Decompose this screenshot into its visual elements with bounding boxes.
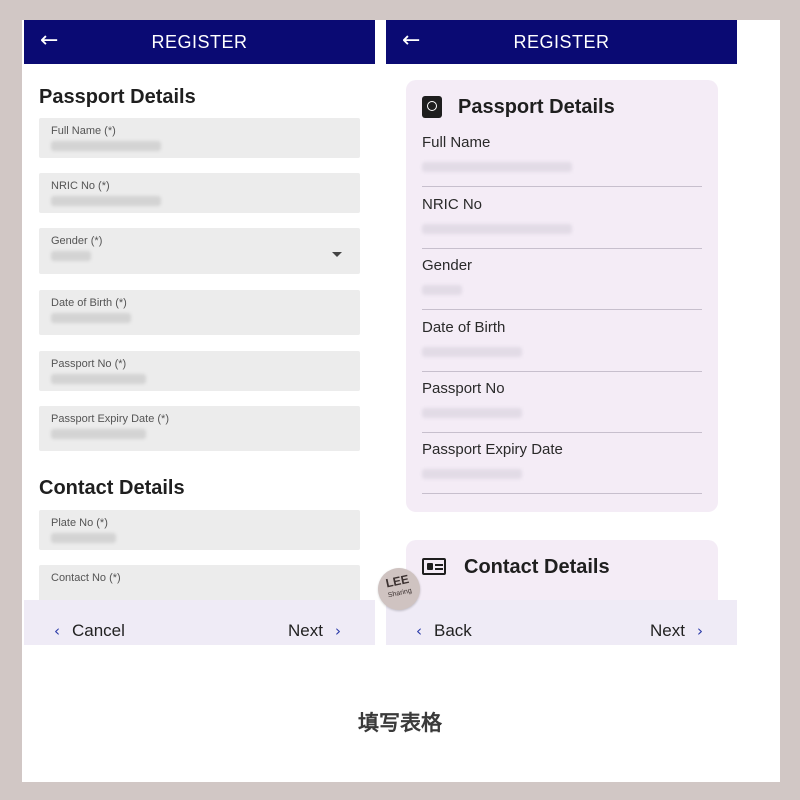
cancel-button[interactable]: ‹ Cancel: [54, 621, 125, 641]
contact-details-title: Contact Details: [39, 477, 185, 499]
plate-no-field[interactable]: Plate No (*): [39, 510, 360, 550]
passport-no-label: Passport No (*): [51, 358, 127, 370]
cancel-label: Cancel: [72, 621, 125, 640]
blurred-value: [51, 141, 161, 151]
contact-no-field[interactable]: Contact No (*): [39, 565, 360, 605]
passport-details-title: Passport Details: [39, 86, 196, 108]
blurred-value: [422, 469, 522, 479]
blurred-value: [51, 251, 91, 261]
contact-card-icon: [422, 558, 446, 575]
back-label: Back: [434, 621, 472, 640]
passport-icon: [422, 96, 442, 118]
dropdown-caret-icon: [332, 252, 342, 257]
blurred-value: [51, 374, 146, 384]
passport-no-label: Passport No: [422, 380, 505, 397]
passport-details-title: Passport Details: [458, 96, 615, 118]
passport-no-field[interactable]: Passport No (*): [39, 351, 360, 391]
passport-expiry-label: Passport Expiry Date (*): [51, 413, 169, 425]
chevron-left-icon: ‹: [54, 622, 60, 640]
page-title: REGISTER: [513, 32, 610, 52]
blurred-value: [422, 224, 572, 234]
bottom-nav-bar: ‹ Cancel Next ›: [24, 600, 375, 645]
chevron-right-icon: ›: [697, 622, 703, 640]
contact-details-title: Contact Details: [464, 556, 610, 578]
blurred-value: [422, 162, 572, 172]
blurred-value: [51, 429, 146, 439]
caption-text: 填写表格: [358, 711, 442, 735]
contact-no-label: Contact No (*): [51, 572, 121, 584]
blurred-value: [422, 347, 522, 357]
blurred-value: [422, 408, 522, 418]
register-screen-form: ← REGISTER Passport Details Full Name (*…: [24, 20, 375, 645]
blurred-value: [51, 196, 161, 206]
full-name-row: Full Name: [422, 134, 702, 187]
nric-label: NRIC No: [422, 196, 483, 213]
nric-label: NRIC No (*): [51, 180, 110, 192]
date-of-birth-label: Date of Birth (*): [51, 297, 127, 309]
next-button[interactable]: Next ›: [650, 621, 703, 641]
blurred-value: [51, 313, 131, 323]
passport-expiry-field[interactable]: Passport Expiry Date (*): [39, 406, 360, 451]
gender-label: Gender (*): [51, 235, 103, 247]
date-of-birth-field[interactable]: Date of Birth (*): [39, 290, 360, 335]
blurred-value: [422, 285, 462, 295]
date-of-birth-label: Date of Birth: [422, 319, 506, 336]
chevron-right-icon: ›: [335, 622, 341, 640]
full-name-label: Full Name (*): [51, 125, 116, 137]
back-button[interactable]: ‹ Back: [416, 621, 472, 641]
next-label: Next: [650, 621, 685, 640]
passport-expiry-row: Passport Expiry Date: [422, 441, 702, 494]
gender-label: Gender: [422, 257, 473, 274]
app-bar: ← REGISTER: [386, 20, 737, 64]
passport-expiry-label: Passport Expiry Date: [422, 441, 563, 458]
nric-field[interactable]: NRIC No (*): [39, 173, 360, 213]
bottom-nav-bar: ‹ Back Next ›: [386, 600, 737, 645]
nric-row: NRIC No: [422, 196, 702, 249]
passport-details-panel: Passport Details Full Name NRIC No Gende…: [406, 80, 718, 512]
next-label: Next: [288, 621, 323, 640]
date-of-birth-row: Date of Birth: [422, 319, 702, 372]
page-title: REGISTER: [151, 32, 248, 52]
full-name-field[interactable]: Full Name (*): [39, 118, 360, 158]
full-name-label: Full Name: [422, 134, 491, 151]
blurred-value: [51, 533, 116, 543]
passport-no-row: Passport No: [422, 380, 702, 433]
chevron-left-icon: ‹: [416, 622, 422, 640]
plate-no-label: Plate No (*): [51, 517, 108, 529]
gender-row: Gender: [422, 257, 702, 310]
gender-select[interactable]: Gender (*): [39, 228, 360, 274]
app-bar: ← REGISTER: [24, 20, 375, 64]
next-button[interactable]: Next ›: [288, 621, 341, 641]
register-screen-review: ← REGISTER Passport Details Full Name NR…: [386, 20, 737, 645]
